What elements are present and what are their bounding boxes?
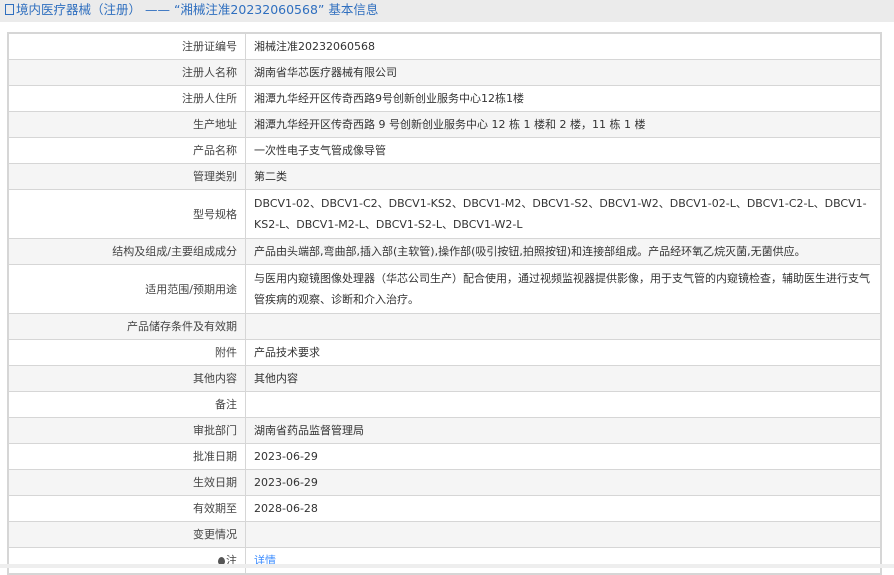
page-header: 境内医疗器械（注册） —— “湘械注准20232060568” 基本信息 [0, 0, 894, 22]
field-label: 批准日期 [7, 443, 246, 470]
horizontal-scrollbar[interactable] [0, 564, 894, 568]
field-value: 产品由头端部,弯曲部,插入部(主软管),操作部(吸引按钮,拍照按钮)和连接部组成… [245, 238, 882, 265]
field-label: 变更情况 [7, 521, 246, 548]
field-value: 第二类 [245, 163, 882, 190]
field-label: 型号规格 [7, 189, 246, 239]
table-row: 注册人名称 湖南省华芯医疗器械有限公司 [7, 59, 882, 86]
table-row: 变更情况 [7, 521, 882, 548]
document-icon [5, 4, 14, 15]
field-label: 备注 [7, 391, 246, 418]
table-row: 结构及组成/主要组成成分 产品由头端部,弯曲部,插入部(主软管),操作部(吸引按钮… [7, 238, 882, 265]
table-row: 产品名称 一次性电子支气管成像导管 [7, 137, 882, 164]
field-label: 适用范围/预期用途 [7, 264, 246, 314]
info-table: 注册证编号 湘械注准20232060568 注册人名称 湖南省华芯医疗器械有限公司 注册… [7, 32, 882, 575]
table-row: 注册人住所 湘潭九华经开区传奇西路9号创新创业服务中心12栋1楼 [7, 85, 882, 112]
field-value: 产品技术要求 [245, 339, 882, 366]
table-row: 生产地址 湘潭九华经开区传奇西路 9 号创新创业服务中心 12 栋 1 楼和 2 … [7, 111, 882, 138]
field-value [245, 391, 882, 418]
field-value: 详情 [245, 547, 882, 575]
field-value: 湖南省药品监督管理局 [245, 417, 882, 444]
field-label: 注册人名称 [7, 59, 246, 86]
table-row: 有效期至 2028-06-28 [7, 495, 882, 522]
field-label: 有效期至 [7, 495, 246, 522]
table-row: 生效日期 2023-06-29 [7, 469, 882, 496]
table-row: 型号规格 DBCV1-02、DBCV1-C2、DBCV1-KS2、DBCV1-M2… [7, 189, 882, 239]
field-label: 结构及组成/主要组成成分 [7, 238, 246, 265]
table-row: 管理类别 第二类 [7, 163, 882, 190]
field-value: 与医用内窥镜图像处理器（华芯公司生产）配合使用，通过视频监视器提供影像，用于支气… [245, 264, 882, 314]
field-label: 生效日期 [7, 469, 246, 496]
field-label: 生产地址 [7, 111, 246, 138]
field-label: 注册证编号 [7, 32, 246, 60]
field-value [245, 521, 882, 548]
field-value: 湘潭九华经开区传奇西路 9 号创新创业服务中心 12 栋 1 楼和 2 楼，11… [245, 111, 882, 138]
field-value: 2028-06-28 [245, 495, 882, 522]
field-value: 湘械注准20232060568 [245, 32, 882, 60]
table-row: 附件 产品技术要求 [7, 339, 882, 366]
table-row: 审批部门 湖南省药品监督管理局 [7, 417, 882, 444]
table-row: 产品储存条件及有效期 [7, 313, 882, 340]
field-value [245, 313, 882, 340]
field-label: 注册人住所 [7, 85, 246, 112]
field-value: 2023-06-29 [245, 443, 882, 470]
field-label: 产品名称 [7, 137, 246, 164]
field-value: 湘潭九华经开区传奇西路9号创新创业服务中心12栋1楼 [245, 85, 882, 112]
table-row: 其他内容 其他内容 [7, 365, 882, 392]
table-row: 批准日期 2023-06-29 [7, 443, 882, 470]
field-label: 管理类别 [7, 163, 246, 190]
field-value: 湖南省华芯医疗器械有限公司 [245, 59, 882, 86]
field-label: 审批部门 [7, 417, 246, 444]
field-value: 其他内容 [245, 365, 882, 392]
table-row: 备注 [7, 391, 882, 418]
field-label: 产品储存条件及有效期 [7, 313, 246, 340]
field-label: 附件 [7, 339, 246, 366]
table-row: 注册证编号 湘械注准20232060568 [7, 32, 882, 60]
field-label: 其他内容 [7, 365, 246, 392]
field-value: 2023-06-29 [245, 469, 882, 496]
field-label: 注 [7, 547, 246, 575]
field-value: DBCV1-02、DBCV1-C2、DBCV1-KS2、DBCV1-M2、DBC… [245, 189, 882, 239]
table-row-note: 注详情 [7, 547, 882, 575]
field-value: 一次性电子支气管成像导管 [245, 137, 882, 164]
page-title: 境内医疗器械（注册） —— “湘械注准20232060568” 基本信息 [16, 2, 379, 17]
table-row: 适用范围/预期用途 与医用内窥镜图像处理器（华芯公司生产）配合使用，通过视频监视器… [7, 264, 882, 314]
